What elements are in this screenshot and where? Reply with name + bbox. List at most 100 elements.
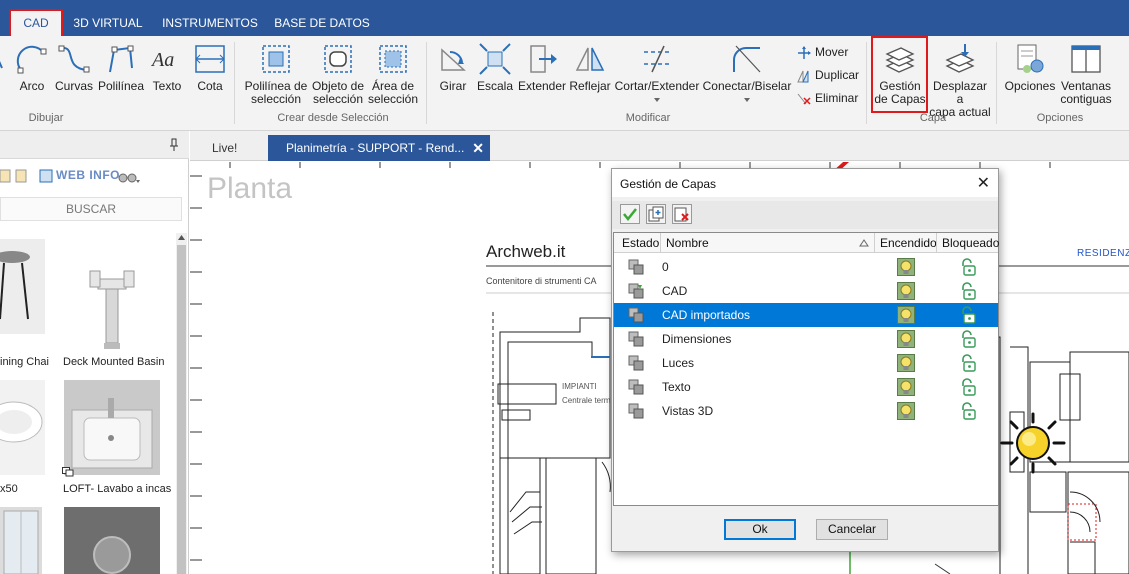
- close-tab-icon[interactable]: ✕: [472, 135, 484, 161]
- lightbulb-icon[interactable]: [897, 402, 915, 420]
- extend-icon: [530, 45, 557, 73]
- web-info-label[interactable]: WEB INFO: [56, 168, 120, 182]
- layer-row[interactable]: Texto: [614, 375, 998, 399]
- line-button[interactable]: [0, 40, 14, 112]
- lightbulb-icon[interactable]: [897, 354, 915, 372]
- library-thumbnail[interactable]: [0, 380, 45, 475]
- layer-state-icon[interactable]: [628, 331, 644, 347]
- layer-state-icon[interactable]: [628, 379, 644, 395]
- cortar-extender-button[interactable]: Cortar/Extender: [612, 40, 702, 112]
- layer-row[interactable]: 0: [614, 255, 998, 279]
- selection-object-icon: [324, 45, 352, 73]
- escala-label: Escala: [476, 79, 514, 93]
- escala-button[interactable]: Escala: [476, 40, 514, 112]
- tab-planimetria[interactable]: Planimetría - SUPPORT - Rend... ✕: [268, 135, 490, 161]
- mover-button[interactable]: Mover: [796, 42, 848, 62]
- layer-row[interactable]: CAD: [614, 279, 998, 303]
- pin-icon[interactable]: [169, 138, 179, 152]
- lightbulb-icon[interactable]: [897, 330, 915, 348]
- layer-state-icon[interactable]: [628, 403, 644, 419]
- unlock-icon[interactable]: [959, 330, 977, 348]
- cancel-button[interactable]: Cancelar: [816, 519, 888, 540]
- column-bloqueado[interactable]: Bloqueado: [942, 236, 999, 250]
- extender-button[interactable]: Extender: [517, 40, 567, 112]
- objeto-seleccion-button[interactable]: Objeto de selección: [309, 40, 367, 112]
- column-estado[interactable]: Estado: [622, 236, 659, 250]
- unlock-icon[interactable]: [959, 282, 977, 300]
- texto-label: Texto: [152, 79, 182, 93]
- reflejar-button[interactable]: Reflejar: [568, 40, 612, 112]
- new-layer-icon[interactable]: [646, 204, 666, 224]
- opciones-button[interactable]: Opciones: [1002, 40, 1058, 112]
- arco-button[interactable]: Arco: [14, 40, 50, 112]
- library-scrollbar-thumb[interactable]: [177, 245, 186, 574]
- layer-row[interactable]: CAD importados: [614, 303, 998, 327]
- extender-label: Extender: [517, 79, 567, 93]
- ok-button[interactable]: Ok: [724, 519, 796, 540]
- unlock-icon[interactable]: [959, 402, 977, 420]
- polilinea-seleccion-button[interactable]: Polilínea de selección: [243, 40, 309, 112]
- polilinea-button[interactable]: Polilínea: [97, 40, 145, 112]
- conectar-biselar-button[interactable]: Conectar/Biselar: [702, 40, 792, 112]
- tab-live[interactable]: Live!: [190, 135, 268, 161]
- library-thumbnail[interactable]: [0, 507, 42, 574]
- unlock-icon[interactable]: [959, 354, 977, 372]
- sun-light-icon[interactable]: [1000, 412, 1066, 474]
- column-nombre[interactable]: Nombre: [666, 236, 709, 250]
- conectar-biselar-label: Conectar/Biselar: [702, 79, 792, 93]
- ventanas-contiguas-label-2: contiguas: [1060, 92, 1112, 106]
- library-scrollbar[interactable]: [176, 233, 187, 574]
- layer-row[interactable]: Luces: [614, 351, 998, 375]
- scale-icon: [479, 43, 511, 75]
- unlock-icon[interactable]: [959, 258, 977, 276]
- library-thumbnail[interactable]: [64, 239, 160, 351]
- rotate-icon: [441, 48, 466, 71]
- eliminar-button[interactable]: Eliminar: [796, 88, 858, 108]
- layer-state-icon[interactable]: [628, 283, 644, 299]
- girar-button[interactable]: Girar: [434, 40, 472, 112]
- lightbulb-icon[interactable]: [897, 258, 915, 276]
- unlock-icon[interactable]: [959, 306, 977, 324]
- unlock-icon[interactable]: [959, 378, 977, 396]
- title-block-name: Archweb.it: [486, 242, 566, 261]
- layer-state-icon[interactable]: [628, 259, 644, 275]
- scroll-up-icon[interactable]: [178, 235, 185, 241]
- lightbulb-icon[interactable]: [897, 282, 915, 300]
- library-tools-icon[interactable]: [0, 168, 54, 184]
- document-tabs: Live! Planimetría - SUPPORT - Rend... ✕: [190, 131, 1129, 161]
- library-thumbnail[interactable]: [64, 507, 160, 574]
- lightbulb-icon[interactable]: [897, 378, 915, 396]
- column-encendido[interactable]: Encendido: [880, 236, 937, 250]
- set-current-layer-icon[interactable]: [620, 204, 640, 224]
- layer-state-icon[interactable]: [628, 355, 644, 371]
- search-button[interactable]: BUSCAR: [0, 197, 182, 221]
- link-icon: [62, 467, 74, 477]
- desplazar-capa-button[interactable]: Desplazar a capa actual: [928, 40, 992, 119]
- library-item-label: ining Chai: [0, 356, 49, 368]
- library-thumbnail[interactable]: [64, 380, 160, 475]
- close-icon[interactable]: ✕: [977, 173, 990, 193]
- options-icon: [1017, 44, 1044, 73]
- dialog-titlebar[interactable]: Gestión de Capas ✕: [612, 169, 998, 197]
- ventanas-contiguas-button[interactable]: Ventanas contiguas: [1058, 40, 1114, 112]
- lightbulb-icon[interactable]: [897, 306, 915, 324]
- sink-image: [0, 401, 43, 443]
- drawing-title: Planta: [207, 172, 293, 205]
- layer-row[interactable]: Vistas 3D: [614, 399, 998, 423]
- cota-button[interactable]: Cota: [190, 40, 230, 112]
- binoculars-icon[interactable]: [118, 168, 140, 184]
- delete-layer-icon[interactable]: [672, 204, 692, 224]
- layer-state-icon[interactable]: [628, 307, 644, 323]
- tab-instrumentos[interactable]: INSTRUMENTOS: [158, 10, 262, 36]
- chevron-down-icon: [744, 98, 750, 102]
- tab-3d-virtual[interactable]: 3D VIRTUAL: [68, 10, 148, 36]
- tab-base-de-datos[interactable]: BASE DE DATOS: [272, 10, 372, 36]
- column-separator: [874, 233, 875, 253]
- library-thumbnail[interactable]: [0, 239, 45, 334]
- duplicar-button[interactable]: Duplicar: [796, 65, 859, 85]
- curvas-button[interactable]: Curvas: [54, 40, 94, 112]
- area-seleccion-button[interactable]: Área de selección: [366, 40, 420, 112]
- layer-row[interactable]: Dimensiones: [614, 327, 998, 351]
- texto-button[interactable]: Aa Texto: [148, 40, 186, 112]
- layer-name: Vistas 3D: [662, 404, 714, 418]
